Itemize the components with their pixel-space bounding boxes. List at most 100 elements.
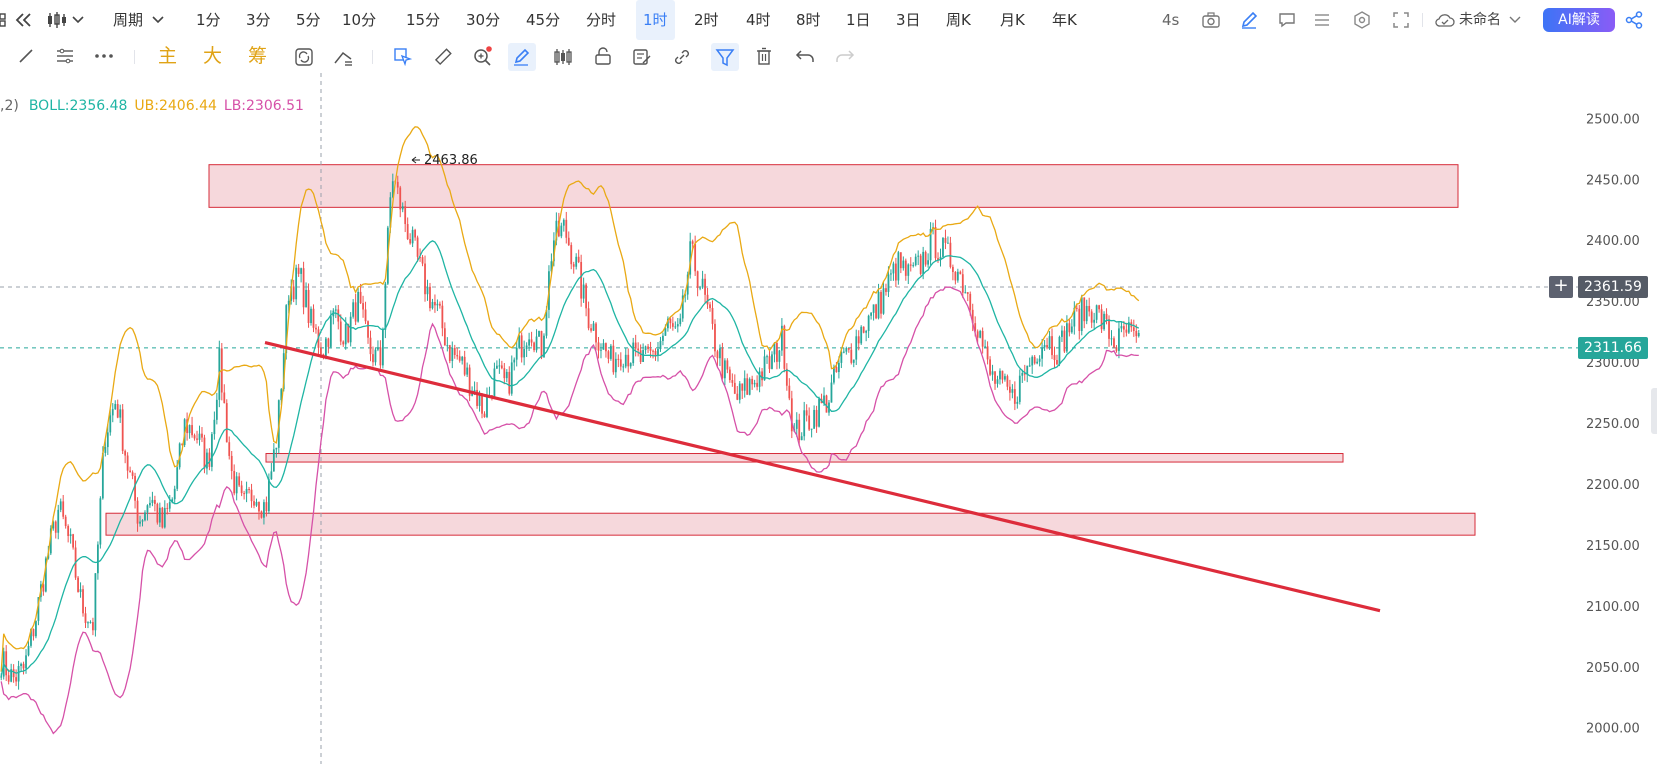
candle-body bbox=[919, 255, 922, 274]
add-alert-plus-icon[interactable]: + bbox=[1549, 276, 1573, 299]
candles-tool-icon[interactable] bbox=[553, 48, 573, 66]
filter-icon[interactable] bbox=[711, 43, 739, 71]
candle-body bbox=[719, 348, 721, 359]
lock-icon[interactable] bbox=[594, 47, 612, 65]
candle-body bbox=[87, 622, 89, 624]
compare-icon[interactable] bbox=[333, 47, 353, 67]
candle bbox=[369, 330, 372, 362]
pen-edit-icon[interactable] bbox=[1240, 11, 1258, 29]
candle bbox=[1093, 312, 1096, 330]
period-chevron-icon[interactable] bbox=[152, 15, 164, 25]
candlestick-type-icon[interactable] bbox=[46, 11, 68, 29]
interval-7[interactable]: 分时 bbox=[586, 0, 616, 40]
interval-13[interactable]: 3日 bbox=[896, 0, 921, 40]
candle-body bbox=[523, 349, 526, 358]
notes-icon[interactable] bbox=[633, 48, 651, 66]
interval-0[interactable]: 1分 bbox=[196, 0, 221, 40]
interval-12[interactable]: 1日 bbox=[846, 0, 871, 40]
settings-icon[interactable] bbox=[1353, 11, 1371, 29]
ai-analysis-button[interactable]: AI解读 bbox=[1543, 8, 1615, 32]
interval-6[interactable]: 45分 bbox=[526, 0, 560, 40]
fib-tool-icon[interactable] bbox=[56, 48, 74, 64]
candle-body bbox=[659, 340, 662, 350]
price-chart[interactable]: 2463.86 2500.002450.002400.002350.002300… bbox=[0, 73, 1657, 764]
candle-body bbox=[605, 343, 607, 352]
candle-body bbox=[870, 312, 873, 316]
candle-body bbox=[158, 507, 161, 523]
interval-11[interactable]: 8时 bbox=[796, 0, 821, 40]
cloud-check-icon[interactable] bbox=[1435, 12, 1455, 28]
interval-15[interactable]: 月K bbox=[1000, 0, 1025, 40]
candle-body bbox=[396, 181, 399, 188]
interval-8[interactable]: 1时 bbox=[636, 0, 675, 40]
candle bbox=[144, 510, 146, 522]
candle bbox=[741, 383, 744, 399]
layout-name[interactable]: 未命名 bbox=[1459, 0, 1501, 40]
ruler-icon[interactable] bbox=[434, 48, 452, 66]
main-indicator-button[interactable]: 主 bbox=[158, 40, 177, 73]
candle-body bbox=[96, 544, 99, 574]
candle bbox=[979, 329, 982, 339]
more-tools-icon[interactable] bbox=[95, 54, 113, 58]
sync-icon[interactable] bbox=[294, 47, 314, 67]
magnet-draw-icon[interactable] bbox=[508, 43, 536, 71]
chip-indicator-button[interactable]: 筹 bbox=[248, 40, 267, 73]
candle-body bbox=[565, 219, 568, 238]
zoom-in-icon[interactable] bbox=[473, 46, 493, 66]
candle bbox=[771, 351, 773, 370]
trend-line-tool-icon[interactable] bbox=[18, 48, 34, 64]
candle-body bbox=[892, 263, 895, 274]
candle bbox=[805, 404, 808, 422]
comment-icon[interactable] bbox=[1278, 12, 1296, 28]
candle bbox=[22, 661, 25, 675]
candle bbox=[486, 387, 488, 419]
candle-body bbox=[899, 252, 902, 269]
interval-16[interactable]: 年K bbox=[1052, 0, 1077, 40]
fullscreen-icon[interactable] bbox=[1393, 12, 1409, 28]
grid-icon[interactable] bbox=[0, 13, 8, 27]
candle-body bbox=[1046, 345, 1048, 348]
candle-body bbox=[847, 348, 850, 350]
candle-body bbox=[495, 365, 498, 369]
candle-body bbox=[1122, 326, 1125, 330]
link-icon[interactable] bbox=[673, 48, 691, 66]
interval-1[interactable]: 3分 bbox=[246, 0, 271, 40]
trend-line-drawing[interactable] bbox=[264, 341, 1381, 613]
candle bbox=[15, 669, 18, 687]
price-axis-label-6: 2200.00 bbox=[1586, 478, 1640, 493]
list-icon[interactable] bbox=[1314, 13, 1330, 27]
interval-2[interactable]: 5分 bbox=[296, 0, 321, 40]
interval-3[interactable]: 10分 bbox=[342, 0, 376, 40]
redo-icon[interactable] bbox=[835, 49, 855, 63]
camera-icon[interactable] bbox=[1202, 12, 1220, 28]
interval-5[interactable]: 30分 bbox=[466, 0, 500, 40]
layout-chevron-icon[interactable] bbox=[1509, 15, 1521, 25]
candle-body bbox=[235, 476, 238, 494]
candle-body bbox=[466, 367, 469, 375]
share-icon[interactable] bbox=[1625, 11, 1643, 29]
candle-body bbox=[17, 666, 20, 682]
candle bbox=[173, 485, 176, 503]
candle-body bbox=[372, 354, 374, 363]
period-selector[interactable]: 周期 bbox=[113, 0, 143, 40]
candle bbox=[862, 326, 865, 334]
right-edge-handle[interactable] bbox=[1651, 388, 1657, 434]
trash-icon[interactable] bbox=[755, 47, 773, 65]
candle bbox=[845, 346, 848, 355]
rewind-icon[interactable] bbox=[15, 12, 33, 28]
interval-14[interactable]: 周K bbox=[946, 0, 971, 40]
interval-9[interactable]: 2时 bbox=[694, 0, 719, 40]
interval-10[interactable]: 4时 bbox=[746, 0, 771, 40]
candle-body bbox=[446, 345, 449, 347]
undo-icon[interactable] bbox=[795, 49, 815, 63]
refresh-rate[interactable]: 4s bbox=[1162, 0, 1179, 40]
cursor-select-icon[interactable] bbox=[394, 48, 412, 66]
candle bbox=[525, 342, 528, 358]
candle-body bbox=[377, 347, 379, 350]
interval-4[interactable]: 15分 bbox=[406, 0, 440, 40]
big-order-indicator-button[interactable]: 大 bbox=[203, 40, 222, 73]
candle bbox=[438, 301, 441, 309]
high-price-label: 2463.86 bbox=[424, 153, 478, 168]
chevron-down-icon[interactable] bbox=[72, 15, 84, 25]
candle bbox=[406, 217, 409, 241]
